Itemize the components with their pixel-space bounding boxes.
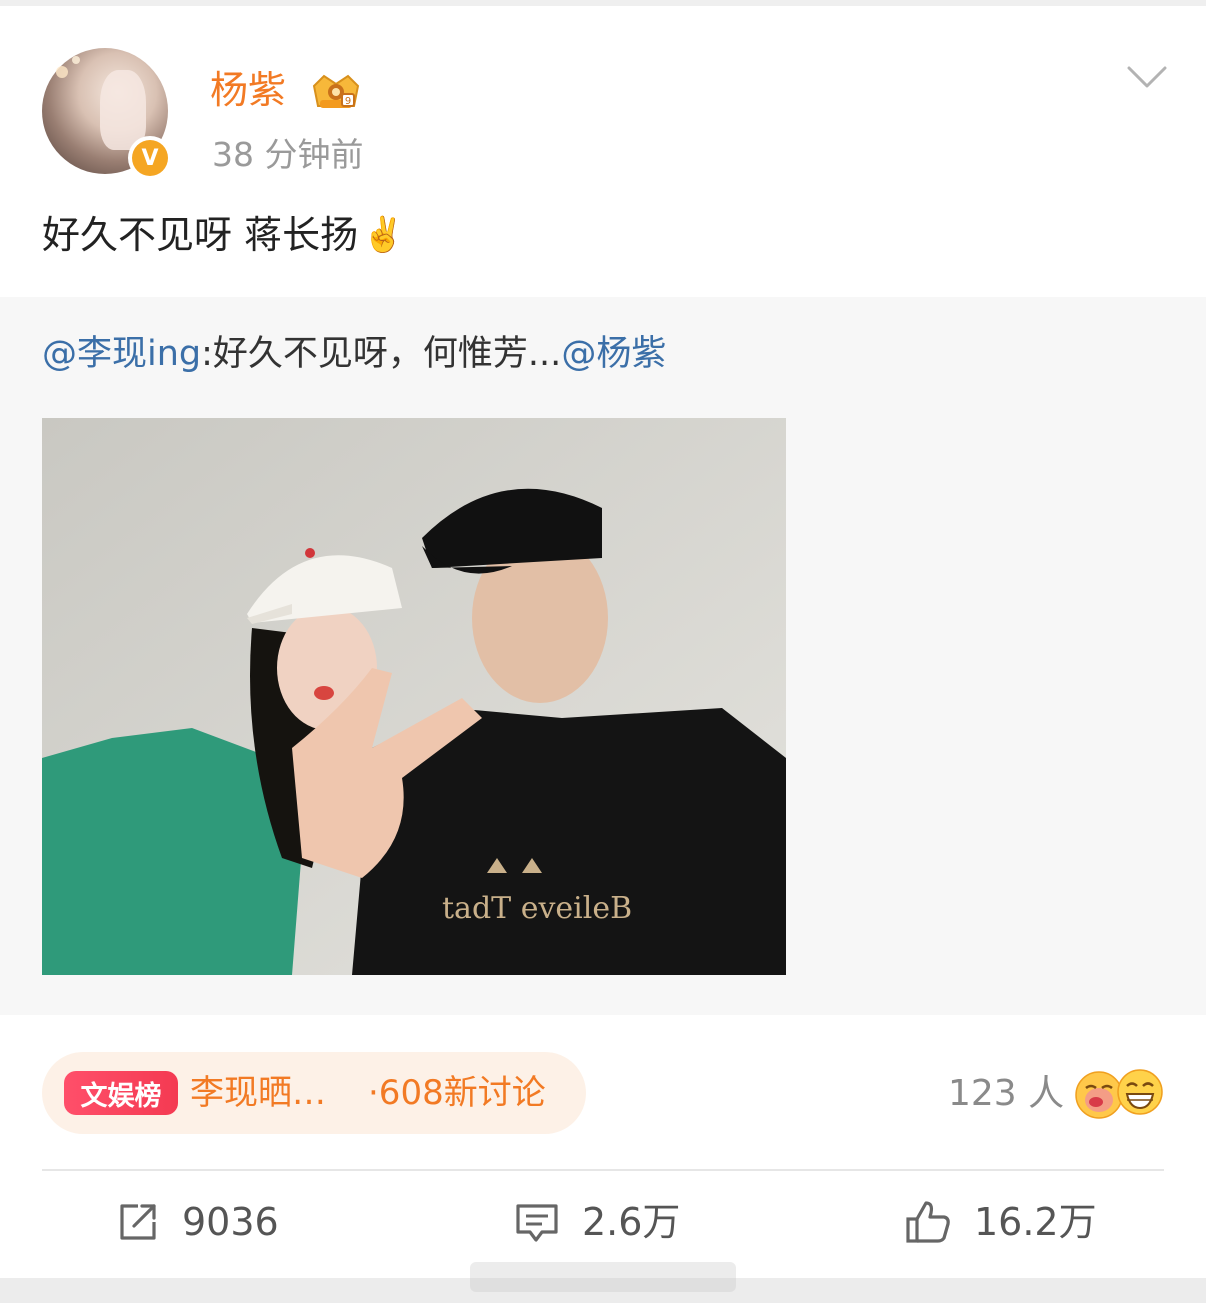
like-button[interactable]: 16.2万	[904, 1196, 1097, 1248]
repost-body: 好久不见呀，何惟芳...	[212, 334, 562, 374]
repost-count: 9036	[182, 1200, 279, 1244]
post-photo[interactable]: tadT eveileB	[42, 418, 786, 975]
topic-title: 李现晒…	[190, 1073, 326, 1113]
avatar-light-spot	[72, 56, 80, 64]
svg-text:tadT eveileB: tadT eveileB	[442, 891, 632, 926]
repost-separator: :	[201, 334, 213, 374]
post-text-content: 好久不见呀 蒋长扬	[42, 213, 359, 257]
chevron-down-icon[interactable]	[1126, 62, 1168, 92]
author-name[interactable]: 杨紫	[210, 66, 286, 114]
watermark	[470, 1262, 736, 1292]
victory-hand-icon: ✌️	[362, 215, 405, 255]
comment-button[interactable]: 2.6万	[514, 1196, 680, 1248]
grin-face-emoji[interactable]	[1116, 1068, 1164, 1116]
crown-member-icon[interactable]: 9	[308, 70, 364, 114]
svg-text:9: 9	[345, 96, 351, 107]
verified-v-icon: V	[128, 136, 172, 180]
trending-topic-pill[interactable]: 文娱榜 李现晒… ·608新讨论	[42, 1052, 586, 1134]
comment-icon	[516, 1204, 558, 1242]
reaction-count[interactable]: 123 人	[948, 1072, 1064, 1116]
mention-author[interactable]: @杨紫	[561, 334, 666, 374]
comment-count: 2.6万	[582, 1200, 681, 1244]
repost-button[interactable]: 9036	[116, 1196, 279, 1248]
avatar-light-spot	[56, 66, 68, 78]
post-timestamp: 38 分钟前	[212, 135, 364, 174]
post-text: 好久不见呀 蒋长扬 ✌️	[42, 210, 404, 260]
divider	[42, 1169, 1164, 1171]
mention-original-author[interactable]: @李现ing	[42, 334, 201, 374]
reposted-content[interactable]: @李现ing:好久不见呀，何惟芳...@杨紫 tadT eveileB	[0, 297, 1206, 1015]
like-count: 16.2万	[974, 1200, 1097, 1244]
thumbs-up-icon	[906, 1201, 950, 1243]
ranking-tag: 文娱榜	[64, 1071, 178, 1115]
topic-discussion-count: ·608新讨论	[368, 1073, 546, 1113]
repost-icon	[120, 1204, 156, 1240]
repost-text: @李现ing:好久不见呀，何惟芳...@杨紫	[42, 331, 666, 377]
